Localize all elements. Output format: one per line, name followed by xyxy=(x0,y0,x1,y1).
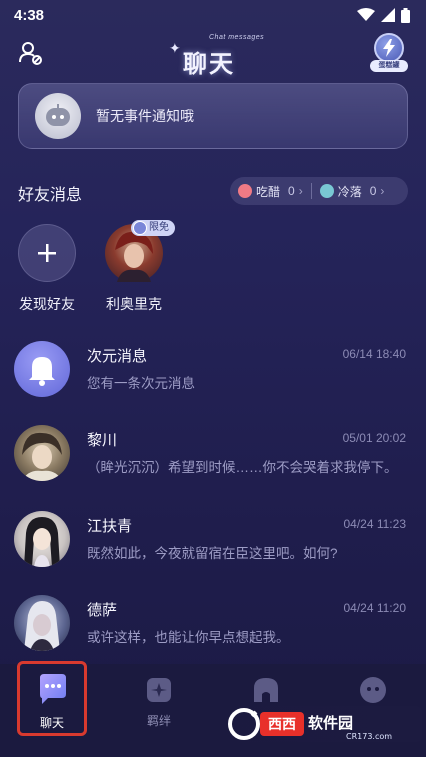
conversation-item[interactable]: 次元消息 06/14 18:40 您有一条次元消息 xyxy=(14,341,412,411)
filter-label: 冷落 xyxy=(337,184,362,199)
watermark-logo: 西西 软件园 CR173.com xyxy=(226,706,422,742)
filter-jealous[interactable]: 吃醋 0 › xyxy=(230,177,311,205)
bond-icon xyxy=(147,678,171,702)
chevron-right-icon: › xyxy=(380,184,385,198)
avatar xyxy=(14,425,70,481)
energy-label: 蛋糕罐 xyxy=(370,60,408,72)
avatar xyxy=(14,595,70,651)
page-title: ✦ Chat messages 聊天 xyxy=(165,34,265,78)
bell-icon xyxy=(14,341,70,397)
friend-name: 利奥里克 xyxy=(106,296,162,312)
face-icon xyxy=(360,677,386,703)
conversation-name: 黎川 xyxy=(87,432,118,449)
avatar xyxy=(14,511,70,567)
friends-section-title: 好友消息 xyxy=(18,187,83,204)
sparkle-icon: ✦ xyxy=(169,40,181,56)
battery-icon xyxy=(401,7,410,23)
filter-neglected[interactable]: 冷落 0 › xyxy=(312,177,393,205)
conversation-item[interactable]: 江扶青 04/24 11:23 既然如此，今夜就留宿在臣这里吧。如何? xyxy=(14,511,412,581)
plus-icon xyxy=(18,224,76,282)
wifi-icon xyxy=(357,8,375,21)
tab-bond-label: 羁绊 xyxy=(146,714,171,728)
lightning-icon xyxy=(374,33,404,63)
user-switch-icon[interactable] xyxy=(18,40,44,66)
angry-face-icon xyxy=(238,184,252,198)
filter-count: 0 xyxy=(369,184,377,198)
bottom-nav: 聊天 羁绊 西西 软件园 CR173.com xyxy=(0,661,426,757)
conversation-preview: （眸光沉沉）希望到时候……你不会哭着求我停下。 xyxy=(87,460,398,475)
conversation-preview: 您有一条次元消息 xyxy=(87,376,195,391)
house-icon xyxy=(254,678,278,702)
friend-filters: 吃醋 0 › 冷落 0 › xyxy=(230,177,408,205)
conversation-item[interactable]: 黎川 05/01 20:02 （眸光沉沉）希望到时候……你不会哭着求我停下。 xyxy=(14,425,412,495)
chevron-right-icon: › xyxy=(298,184,303,198)
header: ✦ Chat messages 聊天 蛋糕罐 xyxy=(0,30,426,80)
conversation-name: 次元消息 xyxy=(87,348,148,365)
clock-icon xyxy=(133,221,147,235)
tab-bond[interactable]: 羁绊 xyxy=(124,664,194,739)
friends-row: 发现好友 限免 利奥里克 xyxy=(16,220,175,314)
svg-text:软件园: 软件园 xyxy=(308,714,353,732)
conversation-time: 04/24 11:20 xyxy=(343,601,406,615)
discover-friends-label: 发现好友 xyxy=(19,296,75,312)
badge-label: 限免 xyxy=(149,222,169,233)
friend-item[interactable]: 限免 利奥里克 xyxy=(103,220,175,314)
cold-face-icon xyxy=(319,184,334,198)
status-icons xyxy=(357,7,410,23)
conversation-preview: 既然如此，今夜就留宿在臣这里吧。如何? xyxy=(87,546,338,561)
chat-screen: 4:38 ✦ Chat messages 聊天 蛋糕罐 暂无事件通知哦 好友消息… xyxy=(0,0,426,757)
page-title-text: 聊天 xyxy=(183,49,235,78)
status-time: 4:38 xyxy=(14,6,45,24)
active-tab-outline xyxy=(17,661,87,736)
event-notice-card[interactable]: 暂无事件通知哦 xyxy=(18,83,408,149)
bot-avatar-icon xyxy=(35,93,81,139)
svg-text:CR173.com: CR173.com xyxy=(346,732,392,741)
conversation-name: 德萨 xyxy=(87,602,118,619)
conversation-preview: 或许这样，也能让你早点想起我。 xyxy=(87,630,290,645)
page-subtitle: Chat messages xyxy=(209,34,265,41)
filter-count: 0 xyxy=(288,184,295,198)
conversation-time: 05/01 20:02 xyxy=(342,431,406,445)
status-bar: 4:38 xyxy=(0,0,426,30)
discover-friends-button[interactable]: 发现好友 xyxy=(16,224,78,314)
energy-button[interactable]: 蛋糕罐 xyxy=(370,33,408,73)
notice-text: 暂无事件通知哦 xyxy=(96,108,194,124)
conversation-item[interactable]: 德萨 04/24 11:20 或许这样，也能让你早点想起我。 xyxy=(14,595,412,665)
conversation-time: 06/14 18:40 xyxy=(342,347,406,361)
filter-label: 吃醋 xyxy=(256,184,281,199)
conversation-time: 04/24 11:23 xyxy=(343,517,406,531)
conversation-name: 江扶青 xyxy=(87,518,133,535)
friend-avatar: 限免 xyxy=(105,220,175,282)
svg-text:西西: 西西 xyxy=(268,717,296,733)
signal-icon xyxy=(381,8,395,22)
limited-free-badge: 限免 xyxy=(131,220,175,236)
